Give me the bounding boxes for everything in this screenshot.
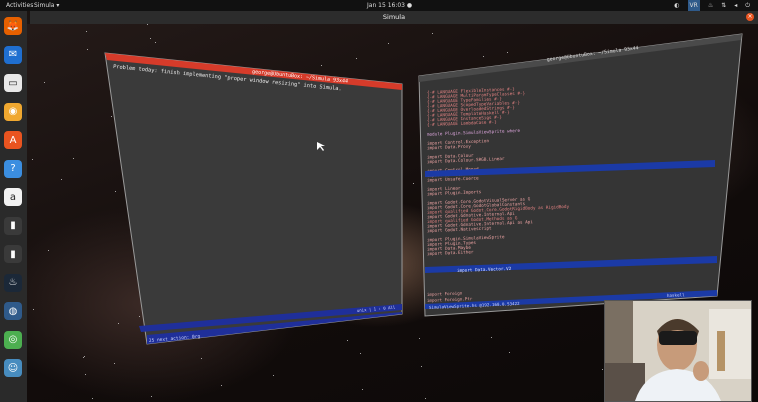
terminal-icon[interactable]: ▮	[4, 245, 22, 263]
firefox-icon[interactable]: 🦊	[4, 17, 22, 35]
webcam-overlay	[604, 300, 752, 402]
volume-icon[interactable]: ◂	[734, 0, 737, 11]
top-bar: Activities Simula ▾ Jan 15 16:03 ● ◐ VR …	[0, 0, 758, 11]
steam-icon[interactable]: ♨	[4, 273, 22, 292]
dock: 🦊 ✉ ▭ ◉ A? a ▮ ▮ ♨ ◍ ◎ ☺	[0, 11, 27, 402]
activities-button[interactable]: Activities	[6, 0, 33, 11]
right-terminal-window[interactable]: george@UbuntuBox: ~/Simula 93x44 {-# LAN…	[418, 33, 743, 317]
vr-headset-icon[interactable]: ◐	[674, 0, 679, 11]
window-titlebar: Simula ×	[30, 11, 758, 25]
vr-headset-icon	[659, 331, 697, 345]
steam-tray-icon[interactable]: ♨	[708, 0, 713, 11]
system-tray[interactable]: ◐ VR ♨ ⇅ ◂ ⏻	[674, 0, 750, 11]
rhythmbox-icon[interactable]: ◉	[4, 102, 22, 121]
network-icon[interactable]: ⇅	[721, 0, 726, 11]
terminal-icon[interactable]: ▮	[4, 216, 22, 235]
vpn-icon[interactable]: ◍	[4, 302, 22, 320]
vr-badge: VR	[687, 0, 700, 11]
power-icon[interactable]: ⏻	[745, 0, 750, 11]
godot-icon[interactable]: ☺	[4, 359, 22, 377]
close-button[interactable]: ×	[746, 13, 754, 21]
app-menu[interactable]: Simula ▾	[34, 0, 59, 11]
files-icon[interactable]: ▭	[4, 74, 22, 92]
amazon-icon[interactable]: a	[4, 188, 22, 206]
chrome-icon[interactable]: ◎	[4, 330, 22, 349]
window-title: Simula	[382, 13, 406, 21]
thunderbird-icon[interactable]: ✉	[4, 45, 22, 64]
left-terminal-window[interactable]: george@UbuntuBox: ~/Simula 93x44 Problem…	[104, 52, 403, 345]
webcam-image	[605, 301, 751, 401]
clock[interactable]: Jan 15 16:03 ●	[367, 0, 412, 11]
help-icon[interactable]: ?	[4, 159, 22, 178]
right-terminal-status-right: haskell	[667, 292, 685, 298]
software-icon[interactable]: A	[4, 131, 22, 149]
